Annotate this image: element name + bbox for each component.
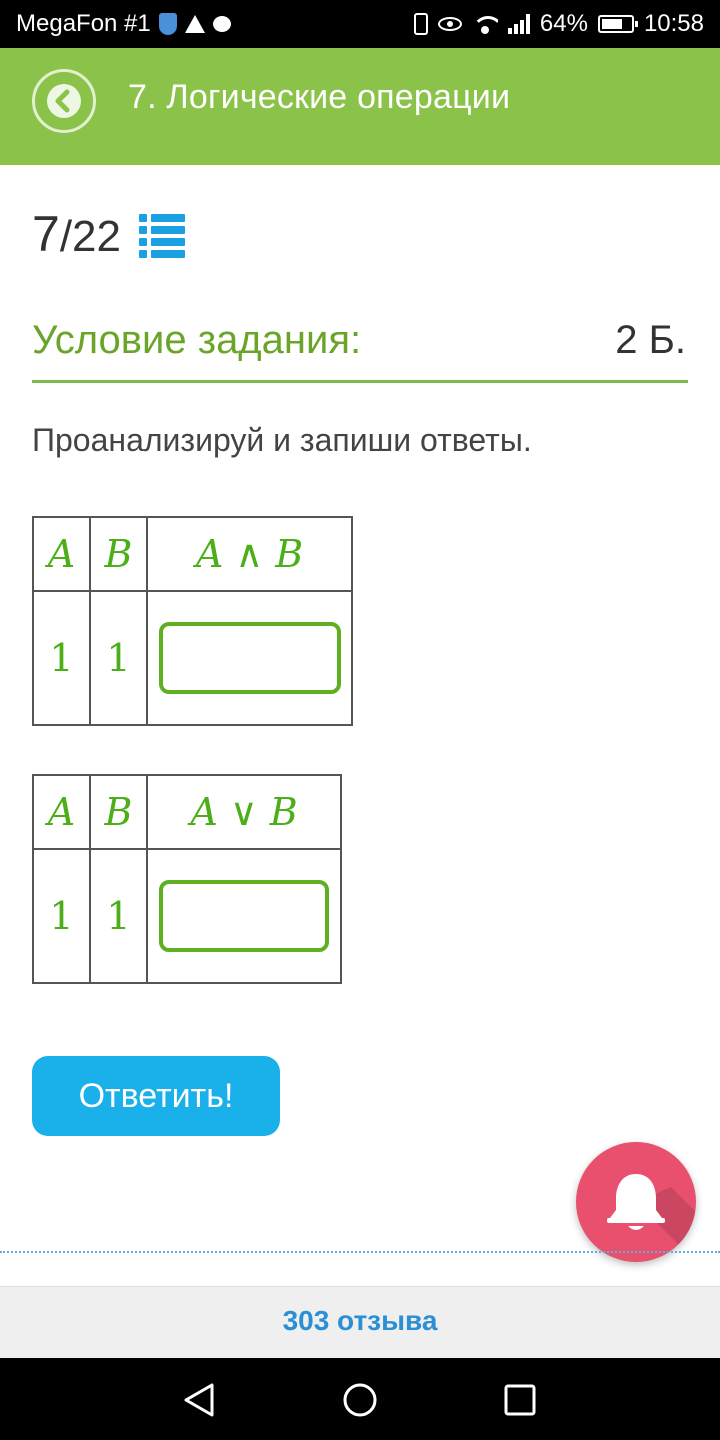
chevron-left-icon xyxy=(47,84,81,118)
divider xyxy=(32,380,688,383)
table-header-a: A xyxy=(32,774,91,850)
truth-table-and: A B A ∧ B 1 1 xyxy=(32,516,353,726)
task-instruction: Проанализируй и запиши ответы. xyxy=(32,422,532,458)
signal-icon xyxy=(507,14,530,34)
total-questions: /22 xyxy=(59,212,121,261)
submit-button[interactable]: Ответить! xyxy=(32,1056,280,1136)
system-nav-bar xyxy=(0,1358,720,1440)
battery-percent: 64% xyxy=(539,10,588,37)
current-question: 7 xyxy=(32,206,60,262)
reviews-bar: 303 отзыва xyxy=(0,1286,720,1358)
reviews-link[interactable]: 303 отзыва xyxy=(283,1305,438,1337)
bell-icon xyxy=(607,1174,696,1262)
triangle-back-icon xyxy=(184,1383,214,1417)
question-progress: 7/22 xyxy=(32,205,187,263)
notification-button[interactable] xyxy=(576,1142,696,1262)
table-cell-b: 1 xyxy=(89,590,148,726)
table-cell-b: 1 xyxy=(89,848,148,984)
table-header-b: B xyxy=(89,774,148,850)
table-cell-a: 1 xyxy=(32,590,91,726)
nav-back-button[interactable] xyxy=(180,1380,220,1425)
table-header-and: A ∧ B xyxy=(146,516,353,592)
dotted-divider xyxy=(0,1251,720,1253)
table-header-a: A xyxy=(32,516,91,592)
page-title: 7. Логические операции xyxy=(128,78,511,116)
circle-home-icon xyxy=(343,1383,377,1417)
nav-recents-button[interactable] xyxy=(500,1380,540,1425)
points-label: 2 Б. xyxy=(615,318,686,362)
table-cell-a: 1 xyxy=(32,848,91,984)
status-bar: MegaFon #1 64% 10:58 xyxy=(0,0,720,48)
nav-home-button[interactable] xyxy=(340,1380,380,1425)
warning-icon xyxy=(184,15,205,33)
or-answer-input[interactable] xyxy=(159,880,329,952)
carrier-label: MegaFon #1 xyxy=(16,10,151,37)
list-icon[interactable] xyxy=(138,212,187,258)
table-header-or: A ∨ B xyxy=(146,774,342,850)
table-header-b: B xyxy=(89,516,148,592)
truth-table-or: A B A ∨ B 1 1 xyxy=(32,774,342,984)
wifi-icon xyxy=(471,14,498,34)
shield-icon xyxy=(158,13,177,35)
eye-icon xyxy=(437,17,462,31)
clock: 10:58 xyxy=(643,10,704,37)
back-button[interactable] xyxy=(32,69,96,133)
condition-title: Условие задания: xyxy=(32,318,362,362)
and-answer-input[interactable] xyxy=(158,622,341,694)
battery-icon xyxy=(597,15,638,33)
vibrate-icon xyxy=(413,13,428,35)
message-icon xyxy=(212,16,231,32)
app-header: 7. Логические операции xyxy=(0,48,720,165)
square-recents-icon xyxy=(504,1384,536,1416)
